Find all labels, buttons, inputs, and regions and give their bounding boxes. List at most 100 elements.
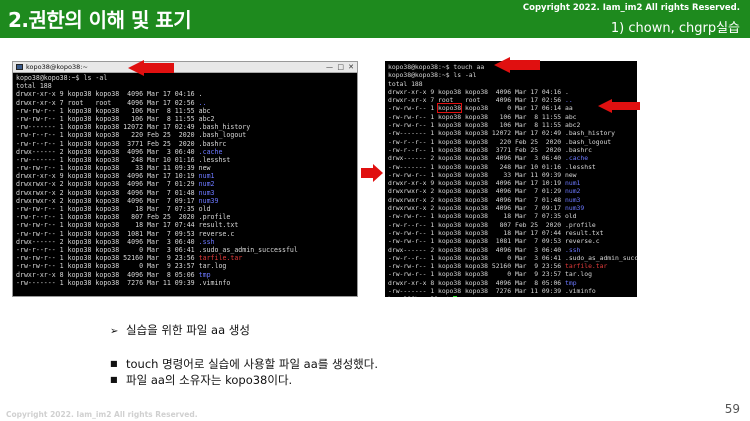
terminal-app-icon [16,64,23,70]
file-name: .. [565,96,573,105]
file-name: tmp [198,270,211,279]
terminal-line: -rw------- 1 kopo38 kopo38 248 Mar 10 01… [388,163,634,171]
slide-subtitle: 1) chown, chgrp실습 [610,21,740,36]
terminal-line: -rw------- 1 kopo38 kopo38 12072 Mar 17 … [16,123,354,131]
terminal-line-text: -rw-rw-r-- 1 kopo38 kopo38 18 Mar 17 07:… [388,228,604,237]
terminal-line-text: drwxr-xr-x 8 kopo38 kopo38 4096 Mar 8 05… [16,270,199,279]
terminal-line-text: drwxrwxr-x 2 kopo38 kopo38 4096 Mar 7 01… [388,195,565,204]
file-name: tarfile.tar [565,262,608,271]
terminal-line: drwxr-xr-x 9 kopo38 kopo38 4096 Mar 17 1… [388,179,634,187]
close-icon[interactable]: ✕ [348,63,354,71]
terminal-output-left[interactable]: kopo38@kopo38:~$ ls -al total 188 drwxr-xr… [13,73,357,288]
terminal-line-text: -rw------- 1 kopo38 kopo38 7276 Mar 11 0… [16,278,231,287]
terminal-line: -rw-r--r-- 1 kopo38 kopo38 3771 Feb 25 2… [388,146,634,154]
terminal-line-text: total 188 [16,82,52,91]
file-name: tarfile.tar [198,254,243,263]
terminal-line-text: drwxr-xr-x 8 kopo38 kopo38 4096 Mar 8 05… [388,278,565,287]
file-name: num3 [565,195,581,204]
terminal-line-text: -rw-r--r-- 1 kopo38 kopo38 807 Feb 25 20… [388,220,596,229]
terminal-line-text: drwxrwxr-x 2 kopo38 kopo38 4096 Mar 7 09… [16,196,199,205]
terminal-line-text: drwxrwxr-x 2 kopo38 kopo38 4096 Mar 7 01… [16,180,199,189]
terminal-line-text: -rw-rw-r-- 1 kopo38 kopo38 0 Mar 9 23:57… [388,270,592,279]
file-name: num1 [198,172,215,181]
terminal-line-text: -rw-r--r-- 1 kopo38 kopo38 3771 Feb 25 2… [16,139,227,148]
terminal-window-right[interactable]: kopo38@kopo38:~$ touch aa kopo38@kopo38:~… [385,61,637,297]
terminal-window-left[interactable]: kopo38@kopo38:~ — □ ✕ kopo38@kopo38:~$ l… [12,61,358,297]
terminal-line: -rw-rw-r-- 1 kopo38 kopo38 18 Mar 17 07:… [388,229,634,237]
terminal-line-text: drwxr-xr-x 9 kopo38 kopo38 4096 Mar 17 1… [16,172,199,181]
terminal-line-text: kopo38@kopo38:~$ ls -al [388,71,477,80]
terminal-line-text: -rw------- 1 kopo38 kopo38 7276 Mar 11 0… [388,287,596,296]
square-bullet-icon: ■ [110,359,118,368]
red-arrow-aa-icon [598,99,640,113]
terminal-line-text: -rw-rw-r-- 1 kopo38 kopo38 33 Mar 11 09:… [388,170,577,179]
file-name: . [198,90,203,99]
terminal-line: -rw-rw-r-- 1 kopo38 kopo38 52160 Mar 9 2… [388,262,634,270]
file-name: num2 [565,187,581,196]
terminal-line-text: total 188 [388,79,423,88]
arrow-bullet-icon: ➢ [110,326,119,337]
red-arrow-touch-icon [494,57,540,73]
terminal-line: -rw-rw-r-- 1 kopo38 kopo38 106 Mar 8 11:… [16,115,354,123]
terminal-line: drwxr-xr-x 9 kopo38 kopo38 4096 Mar 17 1… [16,172,354,180]
terminal-line: -rw-rw-r-- 1 kopo38 kopo38 18 Mar 17 07:… [16,221,354,229]
terminal-line: -rw-rw-r-- 1 kopo38 kopo38 106 Mar 8 11:… [16,107,354,115]
terminal-line: drwx------ 2 kopo38 kopo38 4096 Mar 3 06… [16,148,354,156]
terminal-line-text: drwx------ 2 kopo38 kopo38 4096 Mar 3 06… [388,245,565,254]
terminal-line-text: -rw------- 1 kopo38 kopo38 248 Mar 10 01… [16,155,231,164]
minimize-icon[interactable]: — [326,63,333,71]
terminal-line: -rw-r--r-- 1 kopo38 kopo38 807 Feb 25 20… [16,213,354,221]
terminal-line: drwxr-xr-x 7 root root 4096 Mar 17 02:56… [16,99,354,107]
file-name: . [565,87,569,96]
terminal-line: drwxrwxr-x 2 kopo38 kopo38 4096 Mar 7 01… [388,196,634,204]
terminal-line: drwx------ 2 kopo38 kopo38 4096 Mar 3 06… [16,238,354,246]
terminal-line-text: -rw-r--r-- 1 kopo38 kopo38 0 Mar 3 06:41… [388,253,637,262]
page-number: 59 [724,402,740,416]
terminal-line-text: -rw-rw-r-- 1 kopo38 kopo38 18 Mar 17 07:… [16,221,239,230]
terminal-line-text: -rw------- 1 kopo38 kopo38 12072 Mar 17 … [16,123,251,132]
terminal-line-text: -rw-rw-r-- 1 kopo38 kopo38 106 Mar 8 11:… [16,106,211,115]
terminal-line-text: drwxr-xr-x 9 kopo38 kopo38 4096 Mar 17 1… [388,179,565,188]
terminal-line: -rw------- 1 kopo38 kopo38 7276 Mar 11 0… [388,287,634,295]
notes-heading-text: 실습을 위한 파일 aa 생성 [126,323,250,337]
maximize-icon[interactable]: □ [337,63,344,71]
terminal-line-text: -rw------- 1 kopo38 kopo38 248 Mar 10 01… [388,162,596,171]
terminal-line-text: -rw-rw-r-- 1 kopo38 kopo38 18 Mar 7 07:3… [388,212,577,221]
terminal-cursor [453,295,458,297]
note-item-text: touch 명령어로 실습에 사용할 파일 aa를 생성했다. [126,357,378,371]
terminal-line: -rw-rw-r-- 1 kopo38 kopo38 33 Mar 11 09:… [16,164,354,172]
terminal-line-text: kopo38@kopo38:~$ touch aa [388,63,485,71]
terminal-line-text: -rw-rw-r-- 1 kopo38 kopo38 106 Mar 8 11:… [388,112,577,121]
note-item-text: 파일 aa의 소유자는 kopo38이다. [126,373,293,387]
file-name: num3 [198,188,215,197]
terminal-line: drwx------ 2 kopo38 kopo38 4096 Mar 3 06… [388,246,634,254]
terminal-line: -rw-r--r-- 1 kopo38 kopo38 0 Mar 3 06:41… [388,253,637,262]
terminal-line-text: drwx------ 2 kopo38 kopo38 4096 Mar 3 06… [388,154,565,163]
terminal-line: drwxrwxr-x 2 kopo38 kopo38 4096 Mar 7 01… [16,180,354,188]
terminal-line-text: -rw-rw-r-- 1 kopo38 kopo38 52160 Mar 9 2… [388,262,565,271]
terminal-line: drwxr-xr-x 9 kopo38 kopo38 4096 Mar 17 0… [16,90,354,98]
terminal-line: -rw-rw-r-- 1 kopo38 kopo38 0 Mar 9 23:57… [388,270,634,278]
terminal-line: -rw-rw-r-- 1 kopo38 kopo38 33 Mar 11 09:… [388,171,634,179]
note-item: ■ 파일 aa의 소유자는 kopo38이다. [110,372,292,388]
terminal-line-text: -rw-rw-r-- 1 kopo38 kopo38 18 Mar 7 07:3… [16,205,211,213]
terminal-line-text: -rw------- 1 kopo38 kopo38 12072 Mar 17 … [388,129,616,138]
red-arrow-between-icon [361,164,383,182]
file-name: .. [198,98,207,107]
terminal-line: -rw------- 1 kopo38 kopo38 12072 Mar 17 … [388,129,634,137]
terminal-line: -rw-rw-r-- 1 kopo38 kopo38 106 Mar 8 11:… [388,113,634,121]
terminal-output-right[interactable]: kopo38@kopo38:~$ touch aa kopo38@kopo38:~… [385,61,637,297]
terminal-line: drwx------ 2 kopo38 kopo38 4096 Mar 3 06… [388,154,634,162]
file-name: .cache [198,147,223,156]
terminal-line-text: -rw-rw-r-- 1 kopo38 kopo38 1081 Mar 7 09… [388,237,600,246]
terminal-line-text: -rw-r--r-- 1 kopo38 kopo38 807 Feb 25 20… [16,213,231,222]
terminal-titlebar[interactable]: kopo38@kopo38:~ — □ ✕ [13,62,357,73]
terminal-line-text: -rw-rw-r-- 1 kopo38 kopo38 52160 Mar 9 2… [16,254,199,263]
terminal-line: -rw-rw-r-- 1 kopo38 kopo38 106 Mar 8 11:… [388,121,634,129]
terminal-line-text: drwxr-xr-x 9 kopo38 kopo38 4096 Mar 17 0… [16,90,199,99]
terminal-line: -rw-r--r-- 1 kopo38 kopo38 220 Feb 25 20… [16,131,354,139]
terminal-line: total 188 [388,80,634,88]
terminal-line-text: drwxr-xr-x 7 root root 4096 Mar 17 02:56 [16,98,199,107]
terminal-line: total 188 [16,82,354,90]
terminal-line: -rw-r--r-- 1 kopo38 kopo38 807 Feb 25 20… [388,221,634,229]
